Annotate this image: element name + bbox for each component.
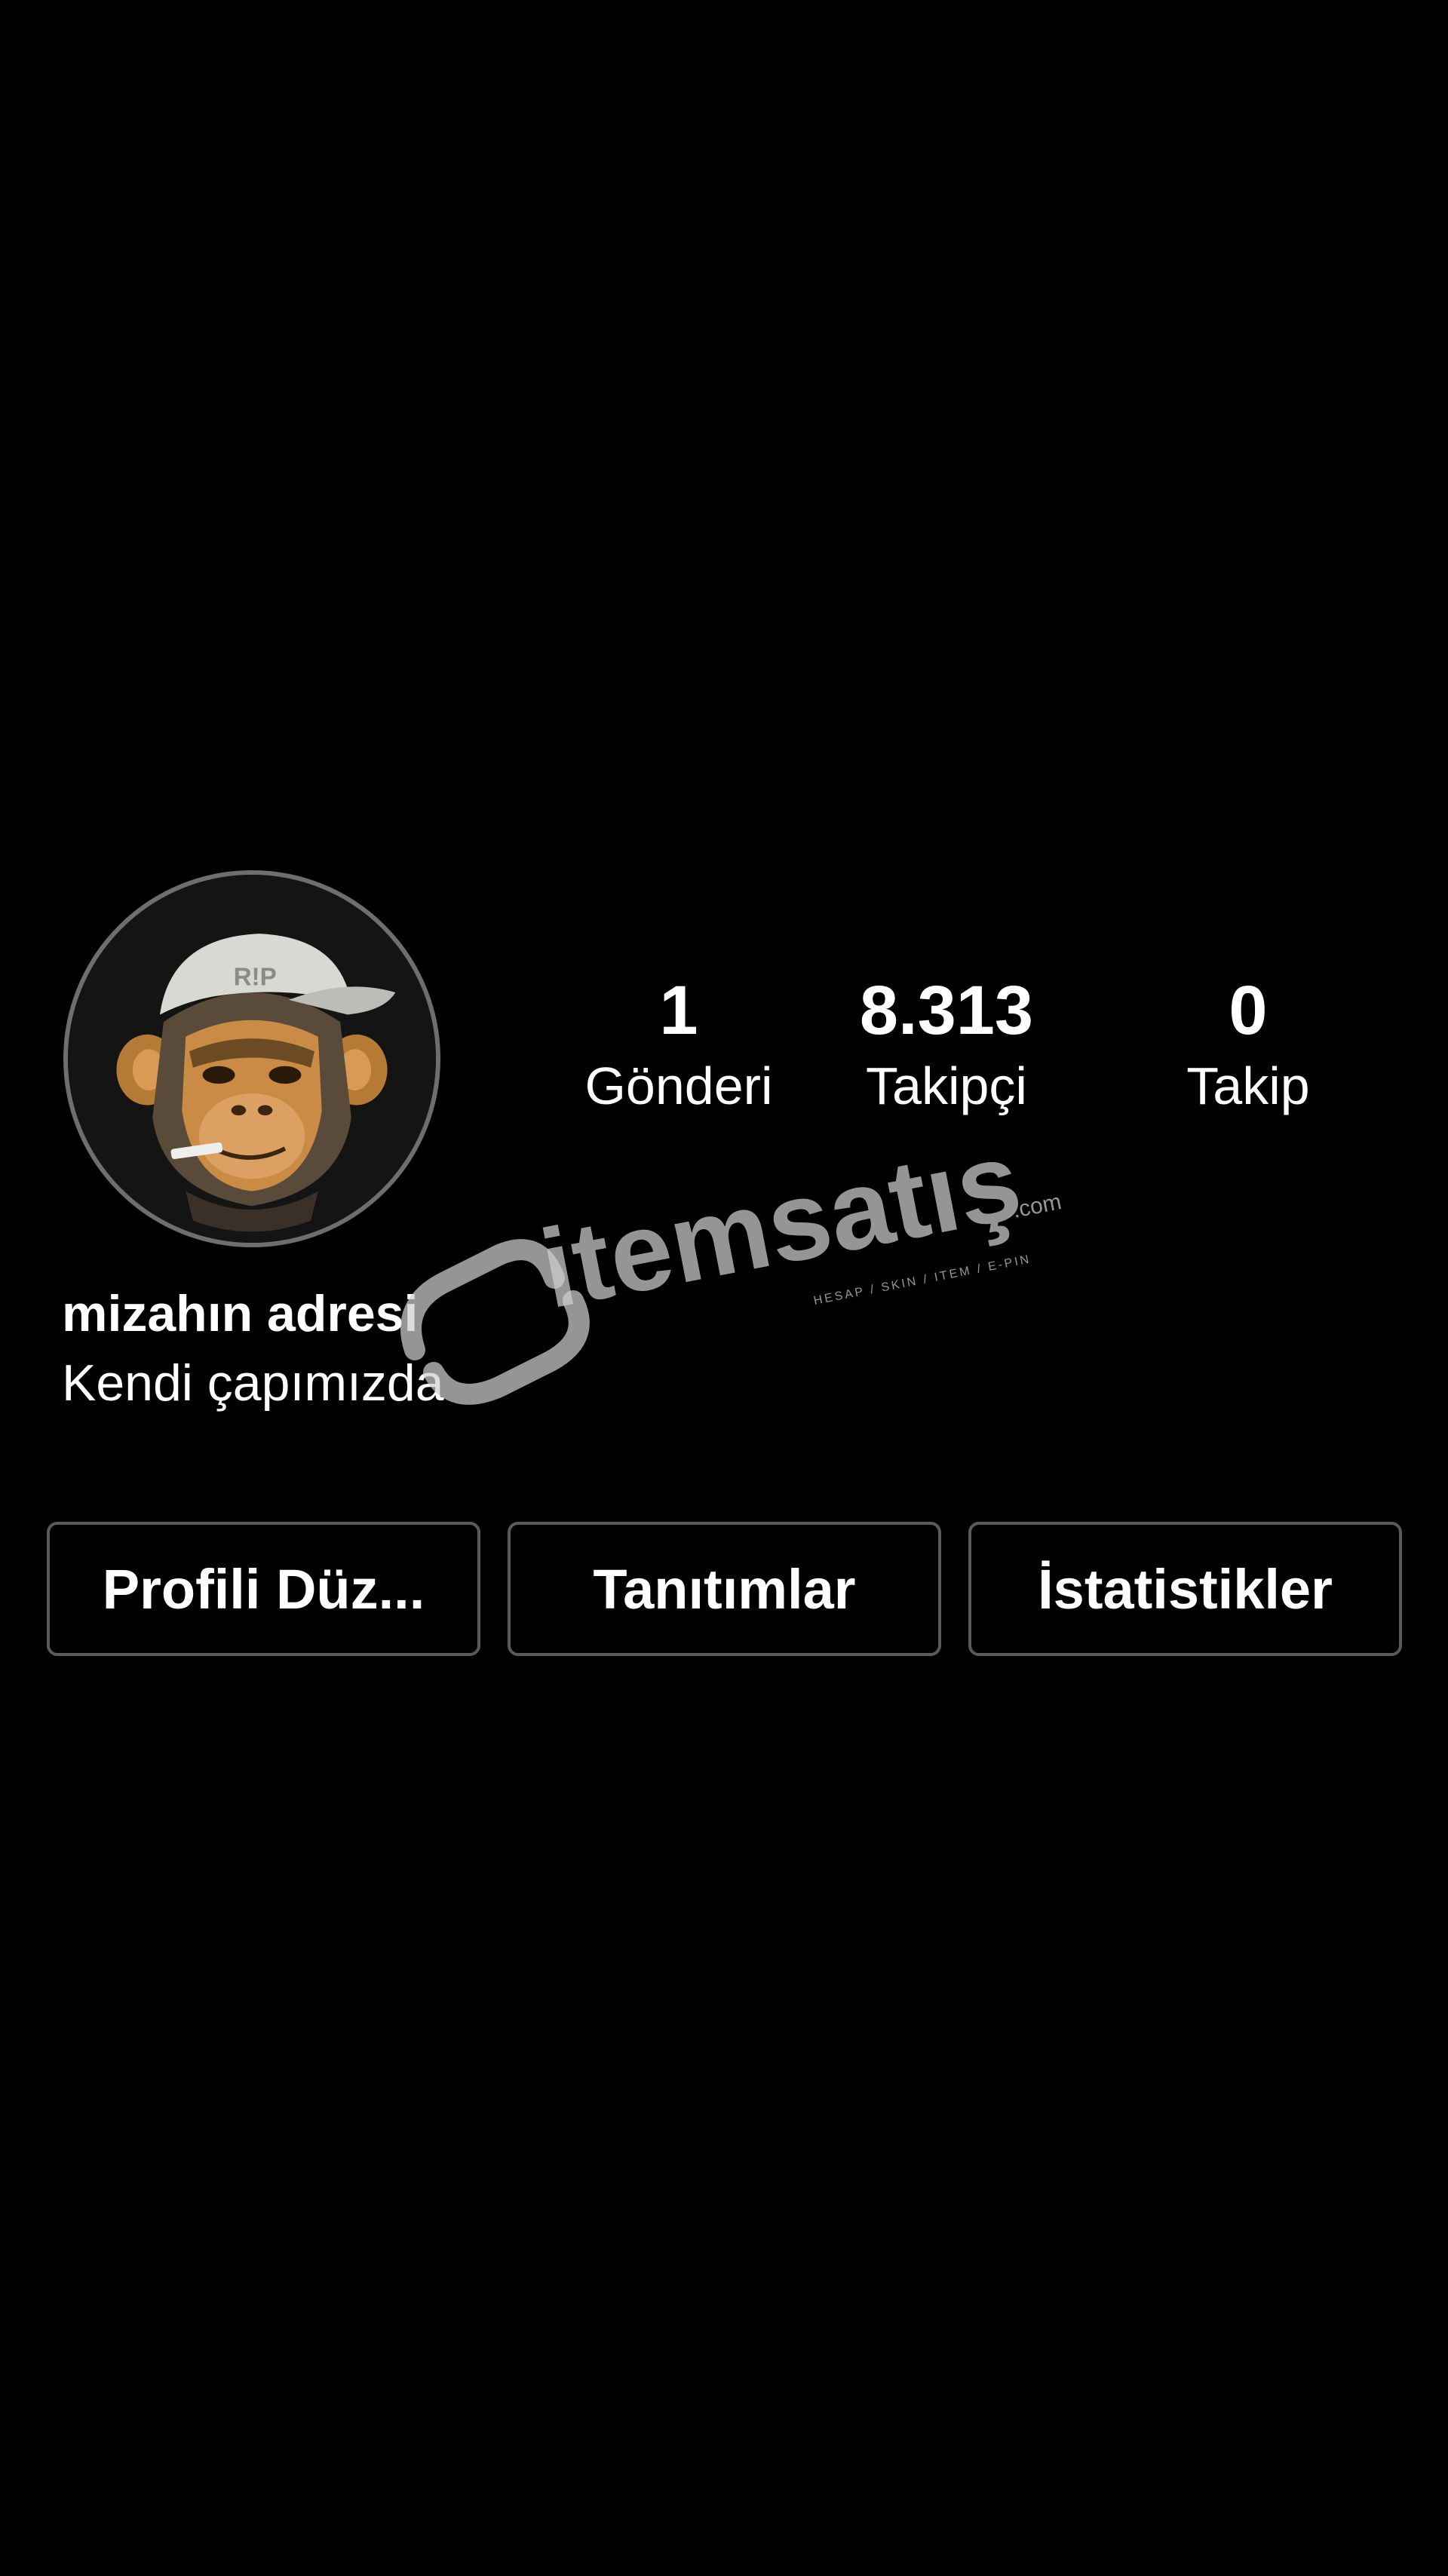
promotions-button[interactable]: Tanıtımlar bbox=[508, 1522, 941, 1656]
profile-bio: mizahın adresi Kendi çapımızda bbox=[62, 1282, 967, 1421]
followers-count: 8.313 bbox=[859, 972, 1034, 1049]
posts-stat[interactable]: 1 Gönderi bbox=[551, 972, 807, 1122]
following-count: 0 bbox=[1229, 972, 1268, 1049]
posts-label: Gönderi bbox=[584, 1056, 773, 1116]
svg-text:R!P: R!P bbox=[234, 963, 277, 991]
bio-text: Kendi çapımızda bbox=[62, 1354, 444, 1412]
posts-count: 1 bbox=[659, 972, 698, 1049]
profile-actions: Profili Düz... Tanıtımlar İstatistikler bbox=[47, 1522, 1404, 1658]
insights-button[interactable]: İstatistikler bbox=[968, 1522, 1402, 1656]
followers-label: Takipçi bbox=[866, 1056, 1027, 1116]
monkey-with-cap-icon: R!P bbox=[68, 875, 436, 1243]
followers-stat[interactable]: 8.313 Takipçi bbox=[818, 972, 1075, 1122]
profile-stats: 1 Gönderi 8.313 Takipçi 0 Takip bbox=[528, 972, 1388, 1154]
profile-avatar[interactable]: R!P bbox=[63, 870, 440, 1247]
display-name: mizahın adresi bbox=[62, 1285, 419, 1342]
edit-profile-button[interactable]: Profili Düz... bbox=[47, 1522, 480, 1656]
following-label: Takip bbox=[1186, 1056, 1310, 1116]
watermark-domain: .com bbox=[1011, 1189, 1063, 1223]
following-stat[interactable]: 0 Takip bbox=[1120, 972, 1376, 1122]
